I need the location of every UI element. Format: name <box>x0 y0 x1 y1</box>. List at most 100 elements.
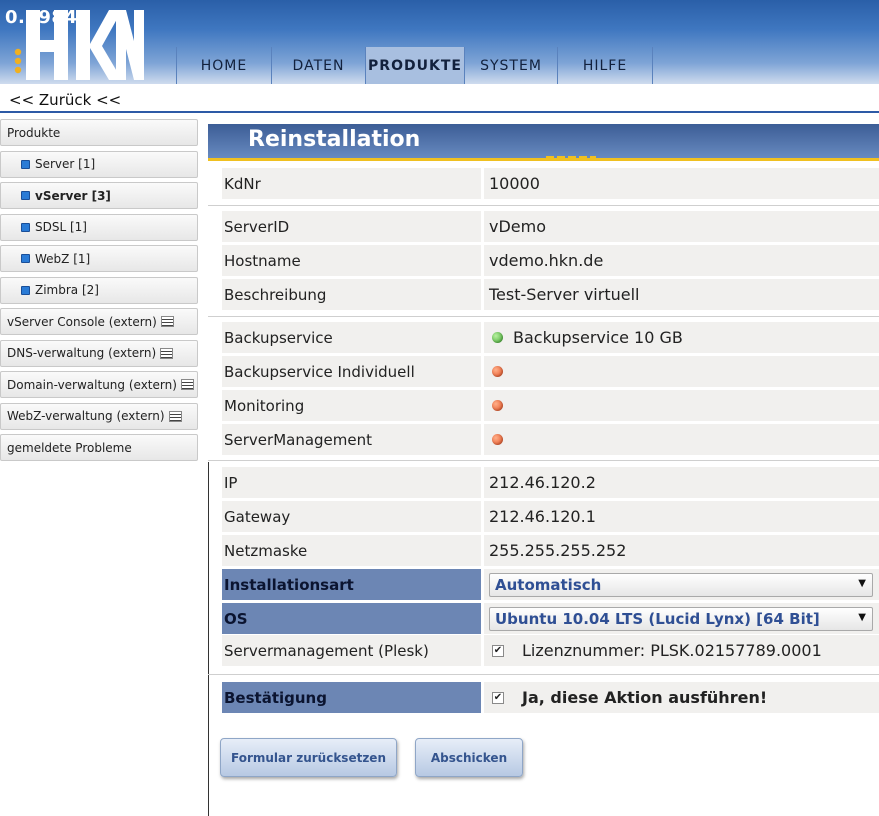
dropdown-arrow-icon: ▼ <box>858 577 866 589</box>
field-label: Hostname <box>222 245 481 276</box>
field-value: ✔ Ja, diese Aktion ausführen! <box>484 682 879 713</box>
sidebar-item-label: DNS-verwaltung (extern) <box>7 346 157 360</box>
field-value: 212.46.120.1 <box>484 501 879 532</box>
external-link-icon <box>180 379 194 390</box>
field-row-beschreibung: Beschreibung Test-Server virtuell <box>222 279 879 310</box>
nav-produkte[interactable]: PRODUKTE <box>365 47 464 84</box>
reset-form-button[interactable]: Formular zurücksetzen <box>220 738 397 777</box>
divider <box>208 460 879 461</box>
field-row-ip: IP 212.46.120.2 <box>222 467 879 498</box>
field-row-backupservice: Backupservice Backupservice 10 GB <box>222 322 879 353</box>
field-value: vdemo.hkn.de <box>484 245 879 276</box>
field-value: Automatisch ▼ <box>484 569 879 600</box>
field-row-hostname: Hostname vdemo.hkn.de <box>222 245 879 276</box>
nav-home[interactable]: HOME <box>176 47 271 84</box>
page-title: Reinstallation <box>248 127 421 152</box>
field-row-backup-individuell: Backupservice Individuell <box>222 356 879 387</box>
sidebar-item-label: vServer Console (extern) <box>7 314 157 329</box>
nav-system[interactable]: SYSTEM <box>464 47 557 84</box>
field-label: Bestätigung <box>222 682 481 713</box>
field-value: ✔ Lizenznummer: PLSK.02157789.0001 <box>484 635 879 666</box>
sidebar-item-probleme[interactable]: gemeldete Probleme <box>0 434 198 461</box>
field-label: Backupservice <box>222 322 481 353</box>
field-label: Beschreibung <box>222 279 481 310</box>
sidebar-item-domain[interactable]: Domain-verwaltung (extern) <box>0 371 198 398</box>
sidebar-item-sdsl[interactable]: SDSL [1] <box>0 213 198 241</box>
sidebar-item-produkte[interactable]: Produkte <box>0 119 198 146</box>
field-value: 10000 <box>484 168 879 199</box>
confirm-checkbox[interactable]: ✔ <box>492 691 504 704</box>
field-label: IP <box>222 467 481 498</box>
field-row-kdnr: KdNr 10000 <box>222 168 879 199</box>
select-value: Automatisch <box>495 575 602 594</box>
divider <box>208 316 879 317</box>
field-row-monitoring: Monitoring <box>222 390 879 421</box>
external-link-icon <box>160 347 174 359</box>
sidebar-item-label: Server [1] <box>35 157 96 171</box>
field-row-netzmaske: Netzmaske 255.255.255.252 <box>222 535 879 566</box>
sidebar-item-vserver-console[interactable]: vServer Console (extern) <box>0 308 198 335</box>
status-red-icon <box>492 366 503 377</box>
external-link-icon <box>168 410 182 422</box>
sidebar-item-label: Produkte <box>7 125 61 140</box>
title-bar: Reinstallation <box>208 124 879 160</box>
title-decoration <box>546 156 596 160</box>
field-value: Test-Server virtuell <box>484 279 879 310</box>
field-row-servermanagement: ServerManagement <box>222 424 879 455</box>
status-text: Backupservice 10 GB <box>513 328 683 347</box>
field-value: 212.46.120.2 <box>484 467 879 498</box>
status-red-icon <box>492 434 503 445</box>
field-row-plesk: Servermanagement (Plesk) ✔ Lizenznummer:… <box>222 635 879 666</box>
sidebar-item-label: WebZ [1] <box>35 251 91 266</box>
page-counter: 0.09846 <box>5 7 91 28</box>
sidebar-item-webz-verwaltung[interactable]: WebZ-verwaltung (extern) <box>0 402 198 430</box>
title-underline <box>208 158 879 161</box>
installationsart-select[interactable]: Automatisch ▼ <box>489 572 873 597</box>
back-link[interactable]: << Zurück << <box>9 91 121 109</box>
sidebar-item-label: gemeldete Probleme <box>7 440 132 455</box>
dropdown-arrow-icon: ▼ <box>858 611 866 623</box>
field-label: Netzmaske <box>222 535 481 566</box>
sidebar-item-server[interactable]: Server [1] <box>0 150 198 178</box>
sidebar-item-dns[interactable]: DNS-verwaltung (extern) <box>0 339 198 367</box>
sidebar-item-label: vServer [3] <box>35 188 111 203</box>
field-row-installationsart: Installationsart Automatisch ▼ <box>222 569 879 600</box>
field-label: Monitoring <box>222 390 481 421</box>
bullet-icon <box>21 191 30 200</box>
field-row-bestaetigung: Bestätigung ✔ Ja, diese Aktion ausführen… <box>222 682 879 713</box>
sidebar-item-webz[interactable]: WebZ [1] <box>0 245 198 272</box>
plesk-checkbox[interactable]: ✔ <box>492 644 504 657</box>
sidebar-item-vserver[interactable]: vServer [3] <box>0 182 198 209</box>
field-label: Backupservice Individuell <box>222 356 481 387</box>
sidebar-item-label: SDSL [1] <box>35 220 87 234</box>
confirm-text: Ja, diese Aktion ausführen! <box>522 688 768 707</box>
field-label: KdNr <box>222 168 481 199</box>
main-nav: HOME DATEN PRODUKTE SYSTEM HILFE <box>176 47 653 84</box>
main-panel: Reinstallation KdNr 10000 ServerID vDemo… <box>208 124 879 816</box>
field-value <box>484 356 879 387</box>
field-label: Gateway <box>222 501 481 532</box>
sidebar-item-label: Domain-verwaltung (extern) <box>7 377 177 392</box>
field-label: Servermanagement (Plesk) <box>222 635 481 666</box>
field-label: ServerID <box>222 211 481 242</box>
select-value: Ubuntu 10.04 LTS (Lucid Lynx) [64 Bit] <box>495 609 820 628</box>
field-row-os: OS Ubuntu 10.04 LTS (Lucid Lynx) [64 Bit… <box>222 603 879 634</box>
os-select[interactable]: Ubuntu 10.04 LTS (Lucid Lynx) [64 Bit] ▼ <box>489 606 873 631</box>
status-red-icon <box>492 400 503 411</box>
header: 0.09846 HOME DATEN PRODUKTE SYSTEM HILFE <box>0 0 879 84</box>
back-bar: << Zurück << <box>0 89 879 113</box>
nav-hilfe[interactable]: HILFE <box>557 47 653 84</box>
field-value <box>484 390 879 421</box>
field-label: Installationsart <box>222 569 481 600</box>
nav-daten[interactable]: DATEN <box>271 47 365 84</box>
external-link-icon <box>160 316 174 327</box>
field-value: vDemo <box>484 211 879 242</box>
sidebar-item-zimbra[interactable]: Zimbra [2] <box>0 276 198 304</box>
field-value: Ubuntu 10.04 LTS (Lucid Lynx) [64 Bit] ▼ <box>484 603 879 634</box>
field-row-serverid: ServerID vDemo <box>222 211 879 242</box>
sidebar-item-label: Zimbra [2] <box>35 283 99 297</box>
status-green-icon <box>492 332 503 343</box>
submit-button[interactable]: Abschicken <box>415 738 523 777</box>
divider <box>208 205 879 206</box>
field-label: OS <box>222 603 481 634</box>
